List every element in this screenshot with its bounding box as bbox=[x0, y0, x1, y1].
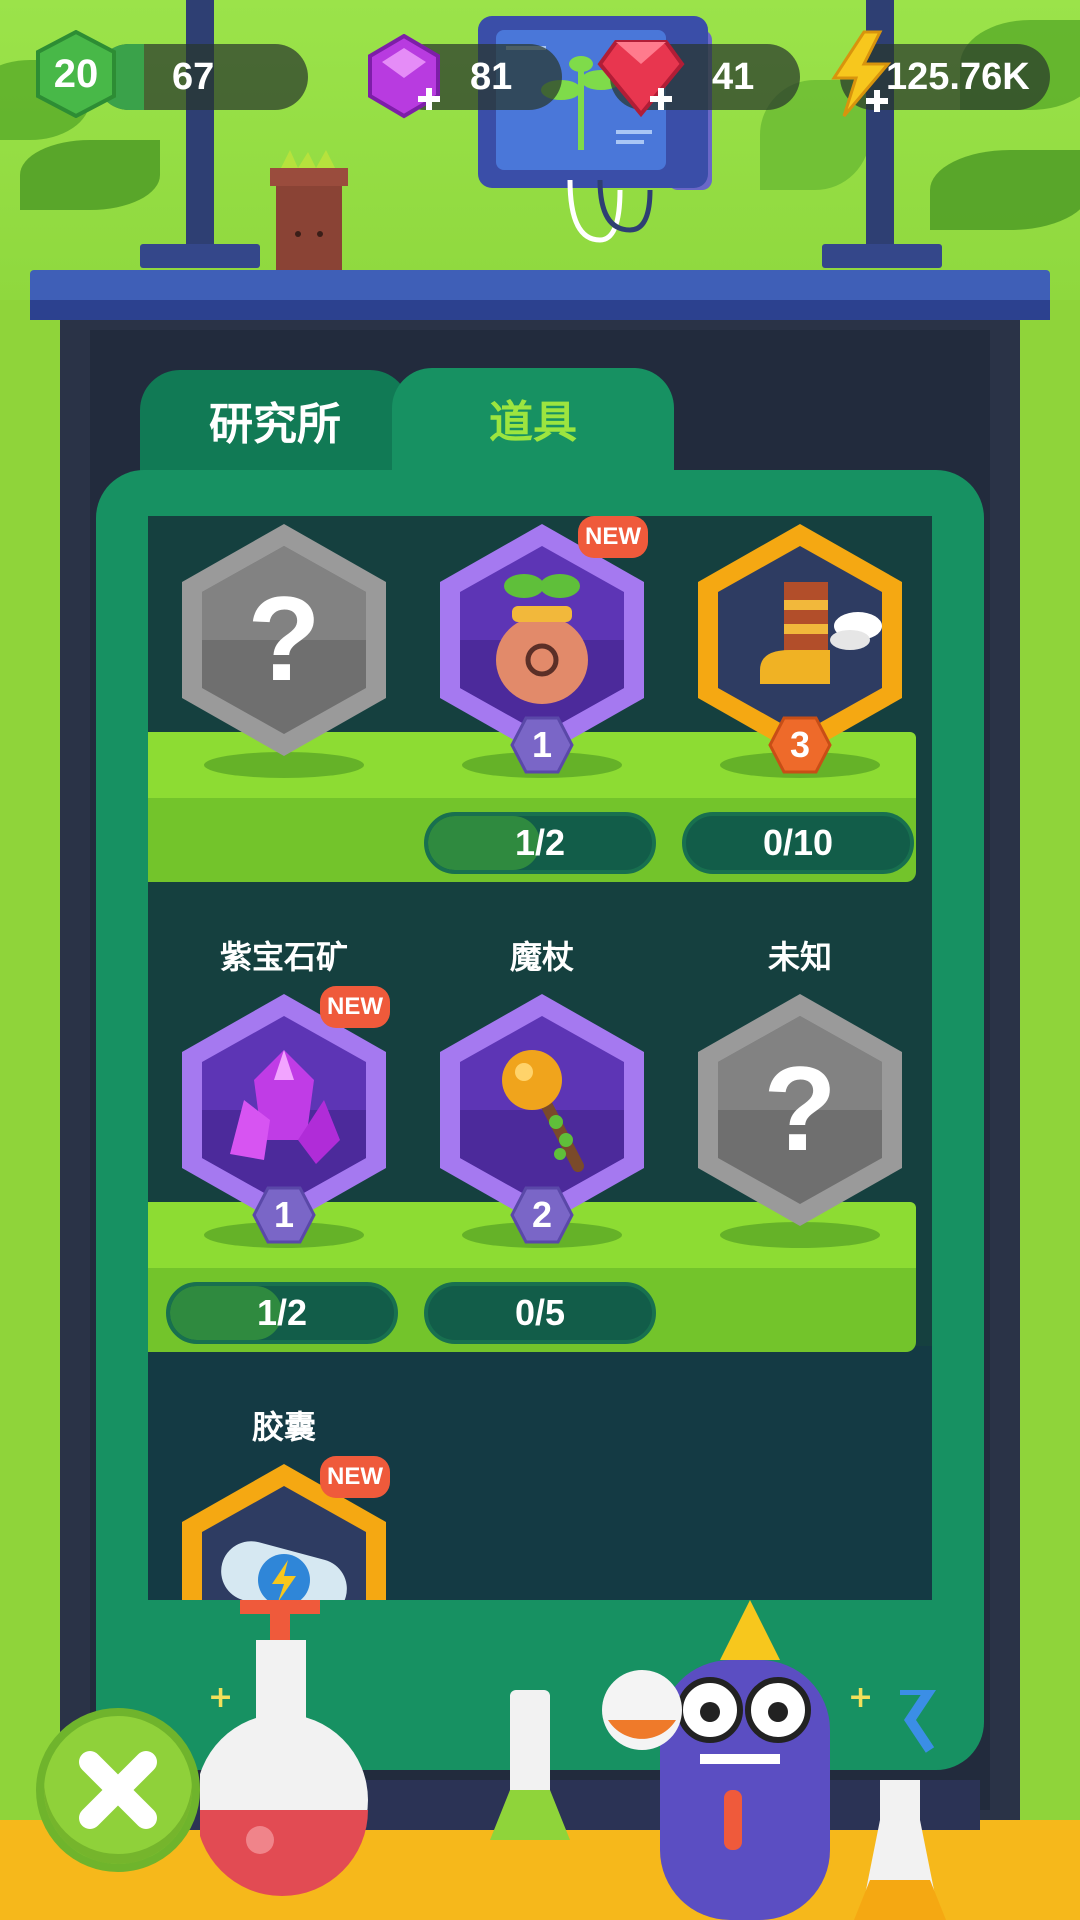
svg-text:?: ? bbox=[763, 1042, 836, 1176]
sparkle: + bbox=[848, 1680, 874, 1715]
tab-research-label: 研究所 bbox=[209, 399, 341, 450]
lab-pillar bbox=[186, 0, 214, 260]
item-level-badge: 1 bbox=[252, 1186, 316, 1244]
close-button[interactable] bbox=[36, 1708, 200, 1872]
pillar-base bbox=[140, 244, 260, 268]
item-progress-text: 1/2 bbox=[256, 1292, 308, 1333]
sparkle: + bbox=[208, 1680, 234, 1715]
new-badge: NEW bbox=[320, 986, 390, 1028]
monitor-cables bbox=[567, 180, 653, 243]
test-tube-icon bbox=[490, 1690, 570, 1840]
monster-mascot bbox=[600, 1590, 830, 1920]
leaf-decoration bbox=[930, 150, 1080, 230]
energy-value: 125.76K bbox=[886, 56, 1030, 98]
item-name: 未知 bbox=[767, 938, 832, 976]
level-value: 20 bbox=[53, 52, 99, 96]
item-slot-unknown[interactable]: ? bbox=[690, 990, 910, 1230]
tab-items[interactable]: 道具 bbox=[392, 368, 674, 498]
items-shelf-area: ? NEW 1 3 1/2 0/10 紫宝石矿 魔杖 未知 NEW 1 2 ? … bbox=[148, 516, 932, 1600]
item-progress-bar: 0/10 bbox=[682, 812, 914, 874]
new-badge: NEW bbox=[320, 1456, 390, 1498]
item-progress-text: 0/5 bbox=[514, 1292, 566, 1333]
item-level-value: 2 bbox=[531, 1194, 553, 1235]
beaker-icon bbox=[854, 1690, 946, 1920]
red-gem-value: 41 bbox=[712, 56, 755, 98]
tab-items-label: 道具 bbox=[489, 397, 577, 448]
level-hexagon-icon: 20 bbox=[34, 29, 118, 122]
pillar-base bbox=[822, 244, 942, 268]
item-name: 紫宝石矿 bbox=[219, 938, 348, 976]
purple-gem-icon[interactable] bbox=[364, 33, 448, 124]
cabinet-top-edge bbox=[30, 300, 1050, 320]
item-level-badge: 3 bbox=[768, 716, 832, 774]
close-icon bbox=[79, 1751, 157, 1829]
item-progress-text: 1/2 bbox=[514, 822, 566, 863]
plant-pot bbox=[270, 150, 348, 270]
item-level-badge: 2 bbox=[510, 1186, 574, 1244]
flask-icon bbox=[200, 1600, 368, 1896]
item-progress-bar: 1/2 bbox=[424, 812, 656, 874]
item-progress-bar: 0/5 bbox=[424, 1282, 656, 1344]
red-gem-icon[interactable] bbox=[596, 34, 686, 124]
item-slot-unknown[interactable]: ? bbox=[174, 520, 394, 760]
item-name: 魔杖 bbox=[509, 938, 574, 976]
item-name: 胶囊 bbox=[251, 1408, 316, 1446]
item-progress-text: 0/10 bbox=[762, 822, 834, 863]
purple-gem-value: 81 bbox=[470, 56, 513, 98]
item-level-value: 1 bbox=[531, 724, 553, 765]
item-level-value: 1 bbox=[273, 1194, 295, 1235]
new-badge: NEW bbox=[578, 516, 648, 558]
item-progress-bar: 1/2 bbox=[166, 1282, 398, 1344]
item-level-badge: 1 bbox=[510, 716, 574, 774]
xp-value: 67 bbox=[172, 56, 215, 98]
svg-text:?: ? bbox=[247, 572, 320, 706]
item-level-value: 3 bbox=[789, 724, 811, 765]
leaf-decoration bbox=[20, 140, 160, 210]
